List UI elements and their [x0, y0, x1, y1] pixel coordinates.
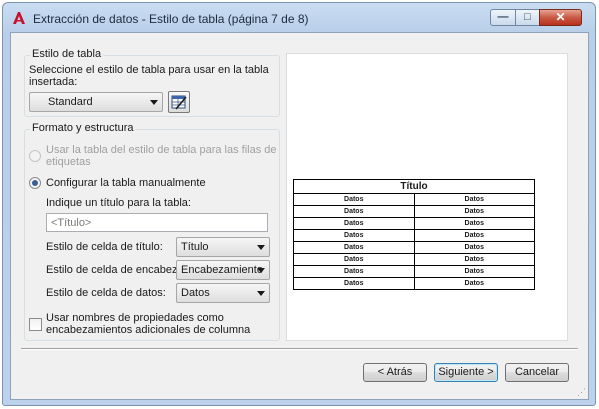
preview-table-cell: Datos	[293, 277, 415, 290]
header-cell-style-dropdown[interactable]: Encabezamiento	[176, 260, 270, 280]
preview-table-body: Datos Datos Datos Datos Datos Datos Datos Datos…	[293, 193, 535, 290]
preview-table-cell: Datos	[293, 253, 415, 266]
preview-table-row: Datos Datos	[293, 229, 535, 242]
data-cell-style-value: Datos	[181, 287, 210, 299]
chevron-down-icon	[257, 291, 265, 296]
table-preview-panel: Título Datos Datos Datos Datos Datos Datos Dat…	[286, 53, 568, 341]
preview-table-row: Datos Datos	[293, 193, 535, 206]
title-cell-style-value: Título	[181, 241, 209, 253]
table-title-input[interactable]	[47, 214, 267, 231]
title-cell-style-dropdown[interactable]: Título	[176, 237, 270, 257]
preview-table-row: Datos Datos	[293, 265, 535, 278]
preview-table-cell: Datos	[413, 193, 535, 206]
back-button[interactable]: < Atrás	[363, 363, 427, 382]
preview-table-cell: Datos	[413, 277, 535, 290]
manual-config-label: Configurar la tabla manualmente	[46, 177, 206, 189]
table-title-field[interactable]	[46, 213, 268, 232]
preview-table-title: Título	[293, 179, 535, 194]
minimize-button[interactable]: —	[490, 9, 516, 26]
table-style-group-title: Estilo de tabla	[30, 48, 104, 60]
data-cell-style-label: Estilo de celda de datos:	[46, 287, 166, 299]
title-cell-style-label: Estilo de celda de título:	[46, 241, 163, 253]
table-style-dropdown[interactable]: Standard	[29, 92, 163, 112]
radio-selected-dot	[32, 180, 38, 186]
maximize-icon: □	[524, 11, 531, 23]
preview-table-cell: Datos	[293, 205, 415, 218]
close-icon: ✕	[555, 10, 566, 24]
chevron-down-icon	[257, 268, 265, 273]
preview-table-row: Datos Datos	[293, 205, 535, 218]
window-title: Extracción de datos - Estilo de tabla (p…	[33, 12, 309, 26]
preview-table-cell: Datos	[413, 229, 535, 242]
table-style-description-line2: insertada:	[29, 76, 78, 88]
title-bar[interactable]: Extracción de datos - Estilo de tabla (p…	[3, 3, 595, 33]
table-style-edit-icon	[171, 95, 187, 110]
format-structure-group: Formato y estructura Usar la tabla del e…	[24, 122, 280, 341]
header-cell-style-label: Estilo de celda de encabez.:	[46, 264, 184, 276]
preview-table-row: Datos Datos	[293, 277, 535, 290]
maximize-button[interactable]: □	[515, 9, 540, 26]
preview-table-cell: Datos	[293, 265, 415, 278]
cancel-button[interactable]: Cancelar	[505, 363, 569, 382]
property-names-checkbox[interactable]	[29, 318, 42, 331]
chevron-down-icon	[150, 100, 158, 105]
format-structure-group-title: Formato y estructura	[30, 122, 136, 134]
preview-table-cell: Datos	[293, 217, 415, 230]
preview-table-cell: Datos	[293, 241, 415, 254]
autocad-app-icon	[13, 12, 25, 24]
close-button[interactable]: ✕	[539, 9, 582, 26]
use-style-labels-radio[interactable]	[29, 150, 41, 162]
preview-table-row: Datos Datos	[293, 253, 535, 266]
use-style-labels-label-line2: etiquetas	[46, 156, 91, 168]
table-style-dropdown-value: Standard	[48, 96, 93, 108]
header-cell-style-value: Encabezamiento	[181, 264, 263, 276]
chevron-down-icon	[257, 245, 265, 250]
preview-table-row: Datos Datos	[293, 217, 535, 230]
next-button[interactable]: Siguiente >	[434, 363, 498, 382]
table-title-prompt: Indique un título para la tabla:	[46, 197, 191, 209]
table-style-edit-button[interactable]	[168, 91, 190, 113]
preview-table-cell: Datos	[413, 241, 535, 254]
property-names-label-line2: encabezamientos adicionales de columna	[46, 324, 251, 336]
resize-grip-icon[interactable]: ⋰	[576, 387, 586, 397]
manual-config-radio[interactable]	[29, 177, 41, 189]
dialog-client-area: Estilo de tabla Seleccione el estilo de …	[10, 32, 589, 400]
dialog-window: Extracción de datos - Estilo de tabla (p…	[2, 2, 596, 406]
preview-table-cell: Datos	[293, 229, 415, 242]
preview-table-cell: Datos	[413, 265, 535, 278]
preview-table-row: Datos Datos	[293, 241, 535, 254]
minimize-icon: —	[497, 11, 509, 23]
preview-table-cell: Datos	[413, 205, 535, 218]
data-cell-style-dropdown[interactable]: Datos	[176, 283, 270, 303]
preview-table-cell: Datos	[413, 253, 535, 266]
preview-table-cell: Datos	[293, 193, 415, 206]
preview-table: Título Datos Datos Datos Datos Datos Datos Dat…	[293, 179, 535, 290]
preview-table-cell: Datos	[413, 217, 535, 230]
table-style-group: Estilo de tabla Seleccione el estilo de …	[24, 48, 280, 117]
button-separator	[21, 348, 578, 350]
